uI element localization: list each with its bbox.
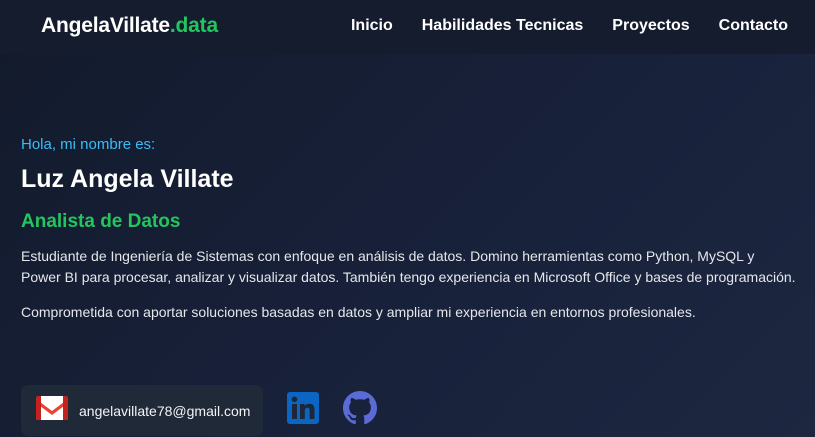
linkedin-icon[interactable] <box>287 392 319 429</box>
hero-bio-extra: Comprometida con aportar soluciones basa… <box>21 304 696 320</box>
github-icon[interactable] <box>343 391 377 430</box>
email-card[interactable]: angelavillate78@gmail.com <box>21 385 263 436</box>
brand-name: AngelaVillate <box>41 14 170 37</box>
hero-section: Hola, mi nombre es: Luz Angela Villate A… <box>21 136 796 323</box>
hero-greeting: Hola, mi nombre es: <box>21 136 156 153</box>
nav-link-proyectos[interactable]: Proyectos <box>612 17 689 35</box>
main-nav: Inicio Habilidades Tecnicas Proyectos Co… <box>351 17 788 35</box>
gmail-icon <box>35 395 69 426</box>
navbar: AngelaVillate.data Inicio Habilidades Te… <box>0 0 815 54</box>
email-address: angelavillate78@gmail.com <box>79 402 251 419</box>
contact-row: angelavillate78@gmail.com <box>21 385 377 436</box>
nav-link-habilidades[interactable]: Habilidades Tecnicas <box>422 17 584 35</box>
hero-role: Analista de Datos <box>21 211 181 232</box>
hero-name: Luz Angela Villate <box>21 165 234 193</box>
brand-suffix: .data <box>169 14 218 37</box>
nav-link-contacto[interactable]: Contacto <box>719 17 788 35</box>
social-links <box>287 391 377 430</box>
nav-link-inicio[interactable]: Inicio <box>351 17 393 35</box>
brand-logo[interactable]: AngelaVillate.data <box>41 14 218 38</box>
hero-bio: Estudiante de Ingeniería de Sistemas con… <box>21 248 796 285</box>
